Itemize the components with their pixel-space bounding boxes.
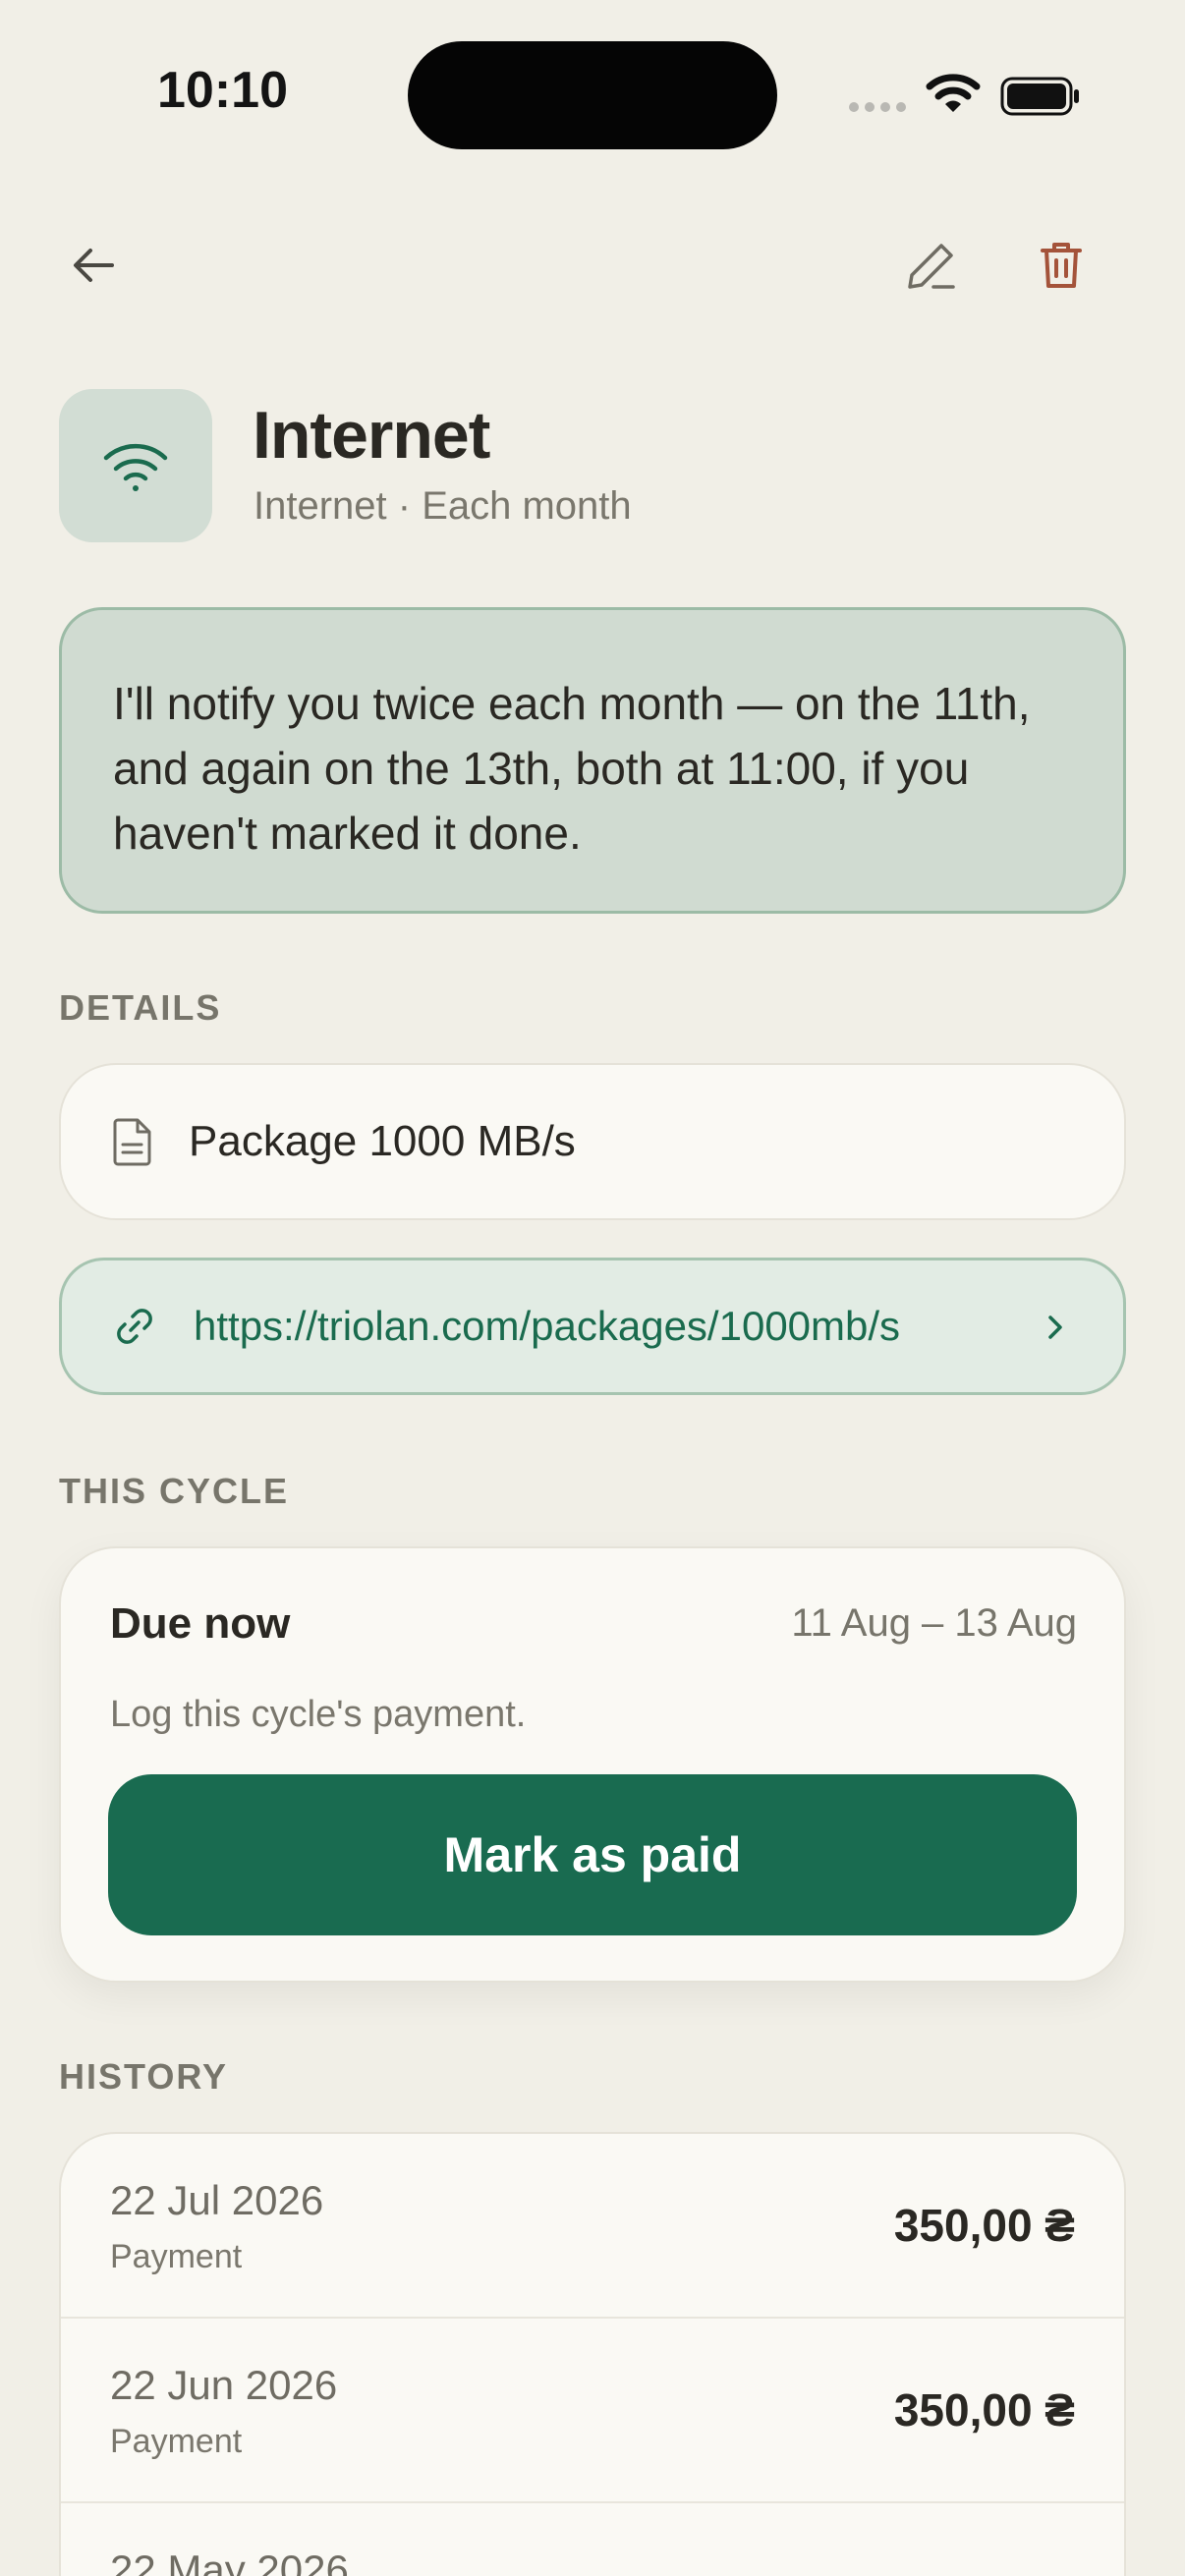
history-kind: Payment (110, 2238, 243, 2275)
status-time: 10:10 (157, 62, 288, 119)
history-section-label: HISTORY (59, 2056, 229, 2097)
details-note-text: Package 1000 MB/s (189, 1117, 576, 1165)
history-list: 22 Jul 2026 Payment 350,00 ₴ 22 Jun 2026… (59, 2132, 1126, 2576)
cellular-signal-icon (849, 102, 906, 112)
page-title: Internet (253, 398, 490, 473)
history-amount: 350,00 ₴ (893, 2384, 1075, 2436)
reminder-notice-line: haven't marked it done. (113, 808, 582, 859)
cycle-status: Due now (110, 1599, 291, 1648)
history-amount: 350,00 ₴ (893, 2200, 1075, 2251)
history-date: 22 Jun 2026 (110, 2362, 338, 2408)
battery-icon (1000, 77, 1079, 116)
details-note-row: Package 1000 MB/s (59, 1063, 1126, 1220)
history-kind: Payment (110, 2423, 243, 2460)
history-item[interactable]: 22 May 2026 (61, 2503, 1124, 2576)
mark-as-paid-button[interactable]: Mark as paid (108, 1774, 1077, 1935)
screen: 10:10 Internet Internet · Each month I'l… (0, 0, 1185, 2576)
dynamic-island (408, 41, 777, 149)
website-link-text[interactable]: https://triolan.com/packages/1000mb/s (194, 1303, 900, 1350)
history-date: 22 Jul 2026 (110, 2177, 324, 2223)
wifi-icon (103, 443, 168, 491)
arrow-left-icon (74, 249, 114, 282)
wifi-status-icon (926, 74, 981, 112)
details-section-label: DETAILS (59, 987, 222, 1028)
reminder-notice-line: I'll notify you twice each month — on th… (113, 678, 1031, 729)
website-link[interactable]: https://triolan.com/packages/1000mb/s (59, 1258, 1126, 1395)
history-item[interactable]: 22 Jul 2026 Payment 350,00 ₴ (61, 2134, 1124, 2319)
history-date: 22 May 2026 (110, 2547, 349, 2576)
category-tile (59, 389, 212, 542)
chevron-right-icon (1048, 1316, 1062, 1339)
link-icon (117, 1309, 152, 1344)
cycle-date-range: 11 Aug – 13 Aug (791, 1601, 1077, 1645)
document-icon (113, 1118, 151, 1166)
trash-icon (1041, 243, 1082, 288)
delete-button[interactable] (1017, 221, 1105, 309)
pencil-icon (908, 244, 955, 289)
history-item[interactable]: 22 Jun 2026 Payment 350,00 ₴ (61, 2319, 1124, 2503)
reminder-notice-line: and again on the 13th, both at 11:00, if… (113, 743, 970, 794)
cycle-card: Due now 11 Aug – 13 Aug Log this cycle's… (59, 1546, 1126, 1983)
page-subtitle: Internet · Each month (254, 484, 632, 528)
edit-button[interactable] (887, 221, 976, 309)
cycle-section-label: THIS CYCLE (59, 1471, 290, 1511)
back-button[interactable] (49, 221, 138, 309)
reminder-notice: I'll notify you twice each month — on th… (59, 607, 1126, 914)
cycle-hint: Log this cycle's payment. (110, 1694, 527, 1735)
